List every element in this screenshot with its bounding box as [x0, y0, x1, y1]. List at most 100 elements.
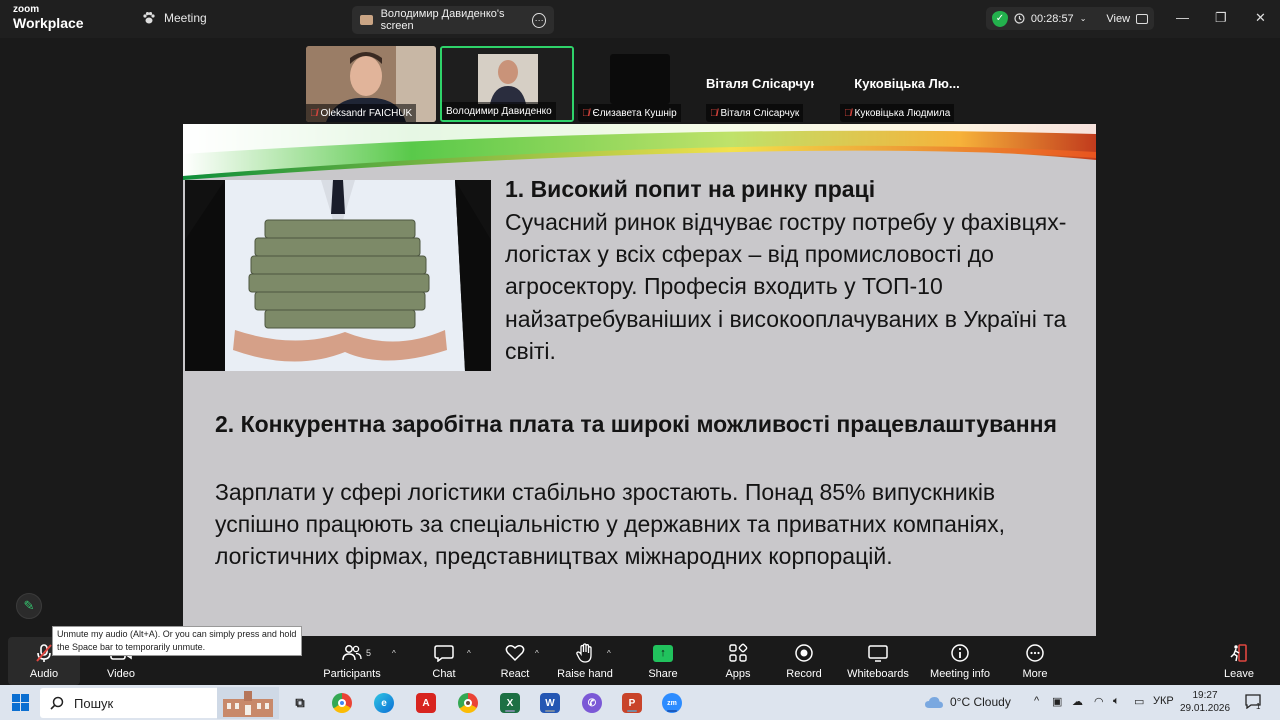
more-button[interactable]: More — [1020, 637, 1050, 685]
cloud-icon — [925, 697, 943, 708]
man-holding-money-image — [185, 180, 491, 371]
view-grid-icon[interactable] — [1136, 13, 1148, 24]
participants-options-caret[interactable]: ^ — [392, 649, 396, 658]
meet-now-icon[interactable]: ▣ — [1052, 695, 1062, 708]
meeting-timer: 00:28:57 — [1030, 12, 1074, 25]
whiteboard-icon — [867, 642, 889, 664]
share-screen-icon: ↑ — [652, 642, 674, 664]
chevron-up-icon[interactable]: ^ — [1034, 695, 1039, 707]
participant-name-label: 🎙̸ Куковіцька Людмила — [840, 104, 955, 122]
chat-options-caret[interactable]: ^ — [467, 649, 471, 658]
participant-name-label: Володимир Давиденко — [442, 102, 556, 120]
chat-bubble-icon — [433, 642, 455, 664]
chrome-icon[interactable] — [332, 693, 352, 713]
camera-off-placeholder — [610, 54, 670, 104]
edge-icon[interactable]: e — [374, 693, 394, 713]
whiteboards-button[interactable]: Whiteboards — [846, 637, 910, 685]
record-button[interactable]: Record — [784, 637, 824, 685]
powerpoint-icon[interactable]: P — [622, 693, 642, 713]
speaker-icon[interactable]: 🔈︎ — [1113, 695, 1120, 708]
apps-button[interactable]: Apps — [722, 637, 754, 685]
excel-icon[interactable]: X — [500, 693, 520, 713]
slide-heading-1: 1. Високий попит на ринку праці — [505, 176, 876, 202]
acrobat-icon[interactable]: A — [416, 693, 436, 713]
maximize-icon[interactable]: ❐ — [1215, 10, 1227, 26]
participant-name-label: 🎙̸ Oleksandr FAICHUK — [306, 104, 417, 122]
participant-tile[interactable]: Куковіцька Лю... 🎙̸ Куковіцька Людмила — [840, 46, 974, 122]
raise-hand-options-caret[interactable]: ^ — [607, 649, 611, 658]
participant-big-name: Куковіцька Лю... — [854, 76, 960, 91]
slide-banner-graphic — [183, 124, 1096, 180]
leave-door-icon — [1228, 642, 1250, 664]
mic-off-icon: 🎙̸ — [844, 107, 852, 119]
participants-icon — [341, 642, 363, 664]
zoom-app: zoom Workplace Meeting Володимир Давиден… — [0, 0, 1280, 720]
meeting-tab[interactable]: Meeting — [142, 11, 207, 25]
participants-count: 5 — [366, 648, 372, 658]
unmute-tooltip: Unmute my audio (Alt+A). Or you can simp… — [52, 626, 302, 656]
view-button[interactable]: View — [1106, 13, 1130, 25]
mic-off-icon: 🎙̸ — [582, 107, 590, 119]
participant-big-name: Віталя Слісарчук — [706, 76, 814, 91]
raise-hand-button[interactable]: Raise hand — [557, 637, 613, 685]
chevron-down-icon: ⌄ — [1079, 14, 1087, 23]
apps-icon — [727, 642, 749, 664]
slide-paragraph-2: Зарплати у сфері логістики стабільно зро… — [215, 479, 1006, 570]
clock-date: 29.01.2026 — [1180, 703, 1231, 714]
windows-taskbar: Пошук ⧉ e A X W ✆ P zm 0°C Cloudy ^ ▣ ☁ … — [0, 685, 1280, 720]
participant-tile[interactable]: 🎙̸ Єлизавета Кушнір — [578, 46, 688, 122]
chrome-profile-icon[interactable] — [458, 693, 478, 713]
taskbar-clock[interactable]: 19:27 29.01.2026 — [1180, 689, 1230, 715]
viber-icon[interactable]: ✆ — [582, 693, 602, 713]
weather-text: 0°C Cloudy — [950, 695, 1011, 709]
zoom-workplace-logo: zoom Workplace — [13, 5, 84, 31]
chat-button[interactable]: Chat — [428, 637, 460, 685]
notifications-icon[interactable]: 1 — [1244, 693, 1264, 711]
heart-icon — [504, 642, 526, 664]
more-options-icon[interactable]: ··· — [532, 12, 546, 28]
shared-slide: 1. Високий попит на ринку праці Сучасний… — [183, 124, 1096, 636]
close-icon[interactable]: ✕ — [1255, 10, 1266, 26]
wifi-icon[interactable]: ◠ — [1094, 695, 1104, 708]
participant-tile[interactable]: Віталя Слісарчук 🎙̸ Віталя Слісарчук — [706, 46, 814, 122]
notification-count: 1 — [1256, 702, 1261, 711]
share-button[interactable]: ↑ Share — [646, 637, 680, 685]
shield-check-icon: ✓ — [992, 10, 1008, 27]
language-indicator[interactable]: УКР — [1153, 695, 1174, 707]
word-icon[interactable]: W — [540, 693, 560, 713]
zoom-icon[interactable]: zm — [662, 693, 682, 713]
participants-button[interactable]: Participants — [322, 637, 382, 685]
mic-off-icon: 🎙̸ — [710, 107, 718, 119]
shared-screen-label: Володимир Давиденко's screen — [380, 8, 505, 32]
slide-paragraph-1: Сучасний ринок відчуває гостру потребу у… — [505, 209, 1067, 364]
search-highlight-image — [217, 687, 279, 719]
task-view-icon[interactable]: ⧉ — [290, 693, 310, 713]
weather-widget[interactable]: 0°C Cloudy — [924, 695, 1011, 709]
battery-icon[interactable]: ▭ — [1134, 695, 1144, 708]
meeting-label: Meeting — [164, 11, 207, 25]
onedrive-icon[interactable]: ☁ — [1072, 695, 1083, 708]
participant-tile-active-speaker[interactable]: Володимир Давиденко — [440, 46, 574, 122]
react-button[interactable]: React — [498, 637, 532, 685]
leave-button[interactable]: Leave — [1222, 637, 1256, 685]
paw-icon — [143, 12, 155, 24]
react-options-caret[interactable]: ^ — [535, 649, 539, 658]
presenter-avatar-icon — [360, 15, 373, 25]
title-bar: zoom Workplace Meeting Володимир Давиден… — [0, 0, 1280, 38]
shared-screen-tab[interactable]: Володимир Давиденко's screen ··· — [352, 6, 554, 34]
clock-icon — [1014, 13, 1025, 24]
windows-start-icon[interactable] — [12, 694, 29, 711]
clock-time: 19:27 — [1192, 690, 1218, 701]
pencil-icon[interactable]: ✎ — [16, 593, 42, 619]
mic-off-icon: 🎙̸ — [310, 107, 318, 119]
more-dots-icon — [1024, 642, 1046, 664]
record-icon — [793, 642, 815, 664]
search-placeholder: Пошук — [74, 695, 114, 711]
raise-hand-icon — [574, 642, 596, 664]
meeting-info-button[interactable]: Meeting info — [928, 637, 992, 685]
slide-heading-2: 2. Конкурентна заробітна плата та широкі… — [215, 411, 1057, 437]
participant-tile[interactable]: 🎙̸ Oleksandr FAICHUK — [306, 46, 436, 122]
search-icon — [50, 696, 64, 710]
minimize-icon[interactable]: — — [1176, 10, 1189, 25]
meeting-status-box[interactable]: ✓ 00:28:57 ⌄ View — [986, 7, 1154, 30]
